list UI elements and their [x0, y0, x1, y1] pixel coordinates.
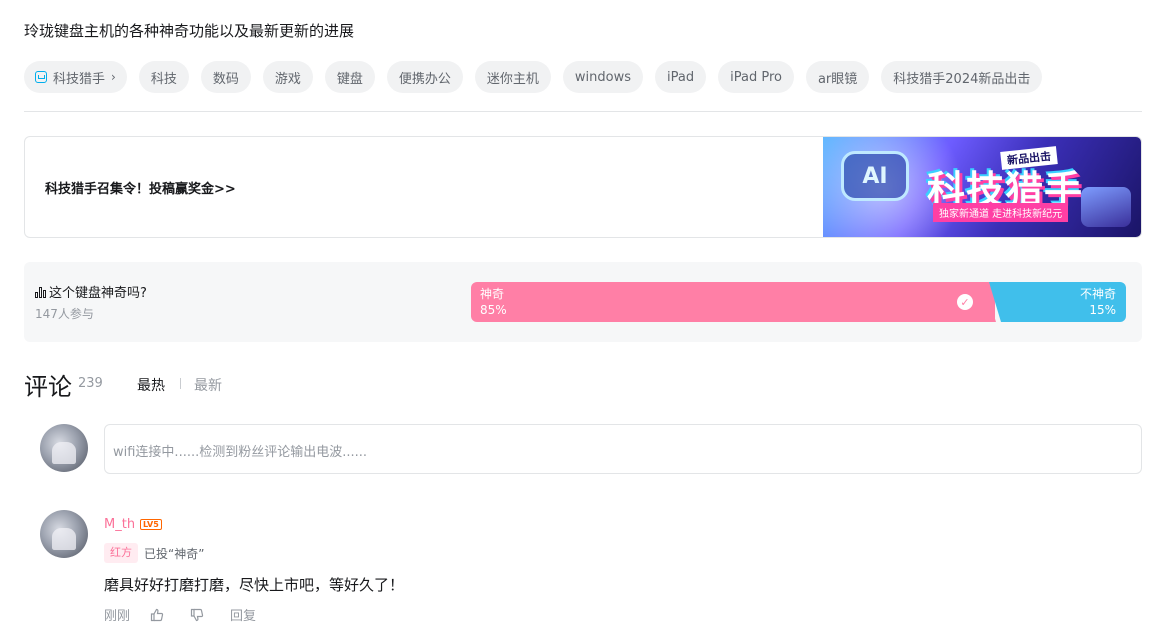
- tag-item[interactable]: 便携办公: [386, 61, 463, 93]
- vote-option-b-percent: 15%: [1089, 303, 1116, 317]
- tag-item[interactable]: 游戏: [262, 61, 313, 93]
- tag-label: 科技猎手: [53, 71, 106, 87]
- vote-option-b-label: 不神奇: [1079, 287, 1116, 301]
- robot-illustration-icon: [1081, 187, 1131, 227]
- comment-time: 刚刚: [104, 609, 131, 624]
- tag-item[interactable]: windows: [562, 61, 644, 93]
- vote-option-b[interactable]: 不神奇 15%: [989, 282, 1126, 322]
- banner-text: 科技猎手召集令！投稿赢奖金>>: [45, 182, 236, 197]
- thumbs-up-icon[interactable]: [150, 608, 164, 622]
- banner-image: AI 科技猎手 新品出击 独家新通道 走进科技新纪元: [823, 137, 1141, 237]
- reply-button[interactable]: 回复: [230, 605, 256, 624]
- sort-hot-tab[interactable]: 最热: [137, 375, 165, 395]
- vote-side-badge: 红方: [104, 543, 138, 563]
- tag-topic[interactable]: 科技猎手 ›: [24, 61, 127, 93]
- my-avatar[interactable]: [40, 424, 88, 472]
- sort-new-tab[interactable]: 最新: [194, 375, 222, 395]
- check-icon: ✓: [957, 294, 973, 310]
- tag-list: 科技猎手 › 科技 数码 游戏 键盘 便携办公 迷你主机 windows iPa…: [24, 61, 1043, 93]
- activity-banner[interactable]: 科技猎手召集令！投稿赢奖金>> AI 科技猎手 新品出击 独家新通道 走进科技新…: [24, 136, 1142, 238]
- vote-question-text: 这个键盘神奇吗?: [49, 286, 147, 301]
- chevron-right-icon: ›: [111, 70, 116, 84]
- level-badge: LV5: [140, 519, 162, 530]
- comment-actions: 刚刚 回复: [104, 605, 256, 624]
- comment-content: 磨具好好打磨打磨，尽快上市吧，等好久了！: [104, 576, 405, 594]
- thumbs-down-icon[interactable]: [190, 608, 204, 622]
- tag-item[interactable]: 科技猎手2024新品出击: [881, 61, 1043, 93]
- commenter-username[interactable]: M_th: [104, 517, 135, 532]
- section-divider: [24, 111, 1142, 112]
- vote-participants: 147人参与: [35, 307, 94, 321]
- commenter-avatar[interactable]: [40, 510, 88, 558]
- tag-item[interactable]: iPad: [655, 61, 707, 93]
- vote-option-a-label: 神奇: [480, 287, 505, 301]
- tag-item[interactable]: 迷你主机: [474, 61, 551, 93]
- tag-item[interactable]: 科技: [138, 61, 189, 93]
- comments-title: 评论: [24, 373, 72, 401]
- video-description: 玲珑键盘主机的各种神奇功能以及最新更新的进展: [24, 22, 355, 40]
- tag-item[interactable]: ar眼镜: [805, 61, 870, 93]
- tag-item[interactable]: 数码: [200, 61, 251, 93]
- tag-item[interactable]: iPad Pro: [718, 61, 794, 93]
- vote-option-a-percent: 85%: [480, 303, 507, 317]
- vote-option-a[interactable]: 神奇 85% ✓: [471, 282, 995, 322]
- vote-card: 这个键盘神奇吗? 147人参与 神奇 85% ✓ 不神奇 15%: [24, 262, 1142, 342]
- voted-status: 已投“神奇”: [144, 547, 205, 561]
- bar-chart-icon: [35, 286, 46, 298]
- sort-divider: [180, 378, 181, 389]
- comment-input[interactable]: wifi连接中......检测到粉丝评论输出电波......: [104, 424, 1142, 474]
- comments-count: 239: [78, 376, 103, 391]
- ai-badge-icon: AI: [841, 151, 909, 201]
- tag-item[interactable]: 键盘: [324, 61, 375, 93]
- banner-tagline-bottom: 独家新通道 走进科技新纪元: [933, 203, 1069, 222]
- vote-question: 这个键盘神奇吗?: [35, 282, 147, 301]
- topic-icon: [35, 71, 47, 83]
